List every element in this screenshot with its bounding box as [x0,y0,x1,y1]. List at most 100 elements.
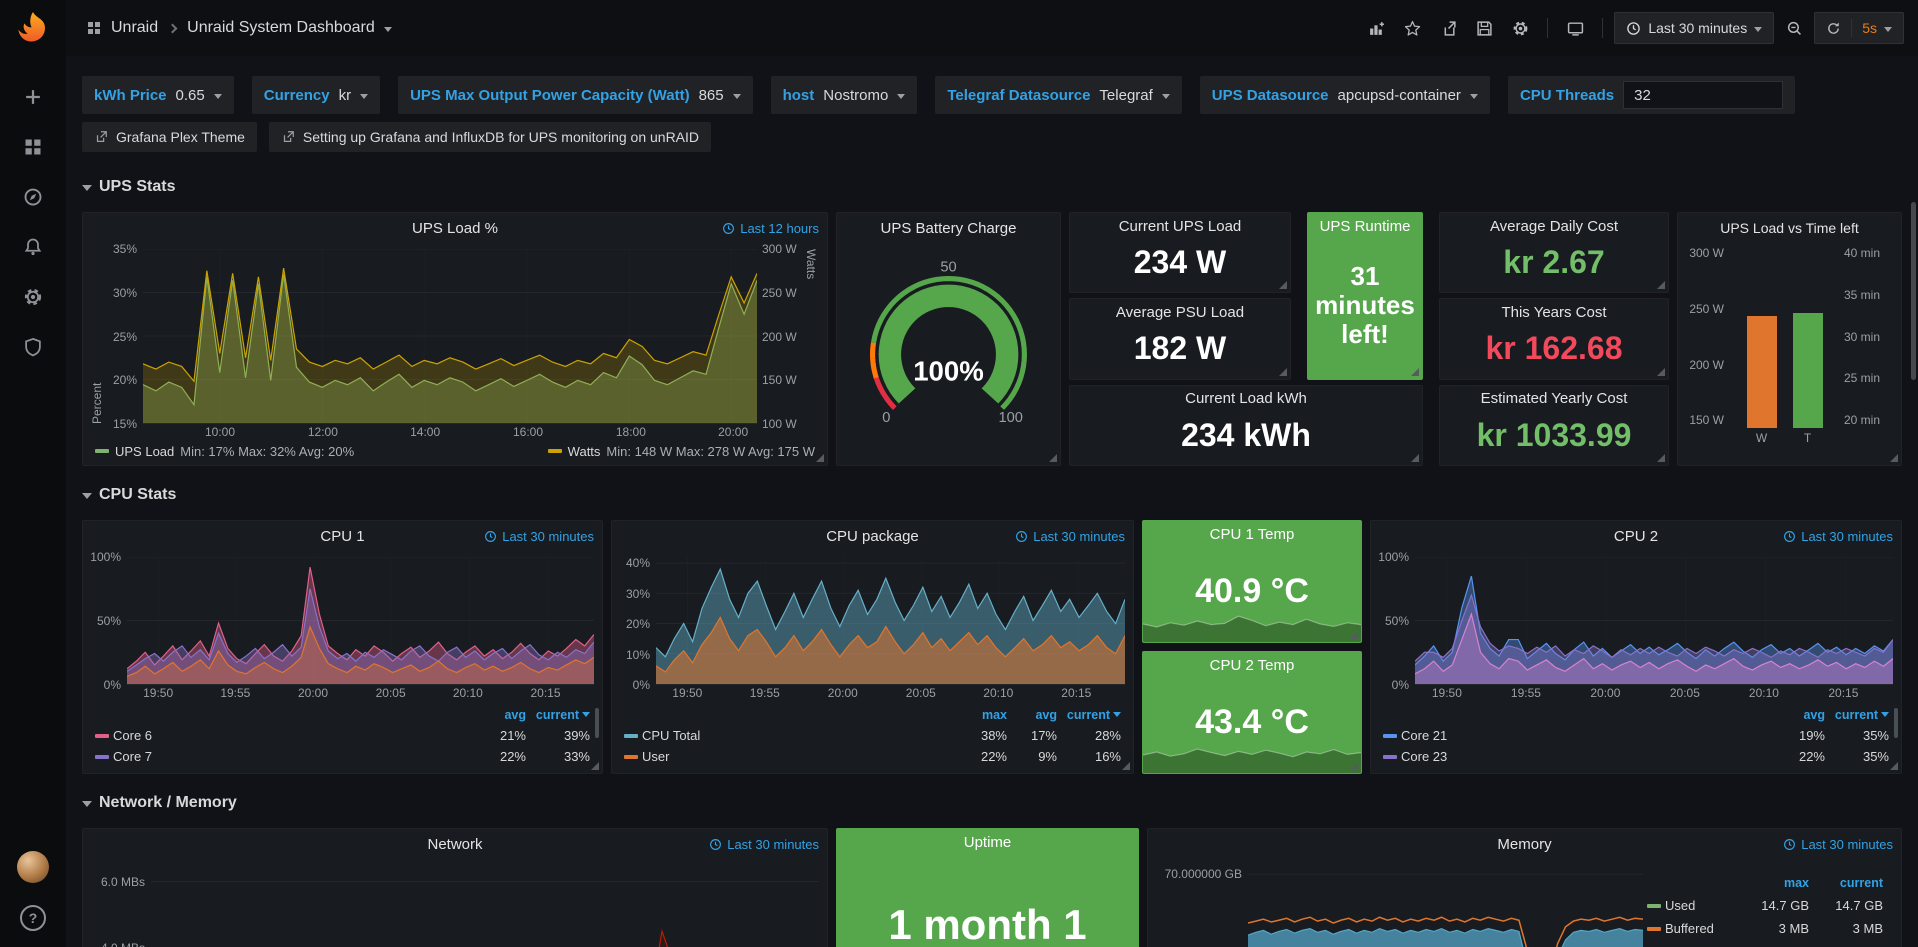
row-header-cpu-stats[interactable]: CPU Stats [82,482,1902,508]
row-header-network-memory[interactable]: Network / Memory [82,790,1902,816]
series-name[interactable]: Core 7 [113,749,470,764]
left-axis-label: Percent [89,249,105,424]
chart-legend: max current Used 14.7 GB 14.7 GB Buffere… [1643,865,1893,947]
sort-caret-icon[interactable] [582,712,590,721]
share-button[interactable] [1432,13,1464,43]
time-range-picker[interactable]: Last 30 minutes [1614,12,1774,44]
alerting-icon[interactable] [22,236,44,258]
clock-icon [709,838,722,851]
link-grafana-plex-theme[interactable]: Grafana Plex Theme [82,122,257,152]
link-ups-monitoring-guide[interactable]: Setting up Grafana and InfluxDB for UPS … [269,122,711,152]
user-avatar[interactable] [17,851,49,883]
page-scrollbar[interactable] [1909,56,1918,947]
sort-caret-icon[interactable] [1113,712,1121,721]
variable-telegraf-datasource: Telegraf Datasource Telegraf [935,76,1181,114]
series-name[interactable]: Watts [568,444,601,459]
external-link-icon [281,130,295,144]
star-button[interactable] [1396,13,1428,43]
stat-title[interactable]: CPU 1 Temp [1210,521,1295,547]
cpu1-chart[interactable] [127,557,594,685]
series-color-marker [1647,904,1661,908]
cycle-view-tv-icon[interactable] [1559,13,1591,43]
variable-value[interactable]: 0.65 [176,87,205,104]
cpu-package-chart[interactable] [656,557,1125,685]
stat-title[interactable]: Estimated Yearly Cost [1481,386,1628,412]
zoom-out-button[interactable] [1778,13,1810,43]
dashboards-icon[interactable] [22,136,44,158]
stat-title[interactable]: UPS Runtime [1320,213,1411,239]
legend-scrollbar[interactable] [595,708,599,738]
explore-icon[interactable] [22,186,44,208]
chevron-down-icon[interactable] [384,27,392,36]
panel-title[interactable]: CPU 1 [320,528,364,545]
cpu-threads-input[interactable]: 32 [1623,81,1783,109]
refresh-button[interactable] [1826,13,1841,43]
memory-chart[interactable] [1248,865,1643,947]
right-axis-label: Watts [803,249,819,424]
panel-title[interactable]: UPS Battery Charge [881,220,1017,237]
variable-value[interactable]: Nostromo [823,87,888,104]
chevron-down-icon[interactable] [897,94,905,103]
help-icon[interactable]: ? [20,905,46,931]
series-name[interactable]: Used [1665,898,1735,913]
series-name[interactable]: CPU Total [642,728,951,743]
cpu2-chart[interactable] [1415,557,1893,685]
stat-title[interactable]: Current UPS Load [1119,213,1242,239]
panel-cpu2-temp: CPU 2 Temp 43.4 °C [1142,651,1362,774]
ups-bar-chart[interactable]: WT [1730,249,1839,446]
stat-title[interactable]: Average PSU Load [1116,299,1244,325]
breadcrumb-dashboard-title[interactable]: Unraid System Dashboard [187,19,375,37]
panel-title[interactable]: CPU 2 [1614,528,1658,545]
chevron-down-icon[interactable] [214,94,222,103]
refresh-interval-label[interactable]: 5s [1862,20,1877,36]
save-button[interactable] [1468,13,1500,43]
chevron-down-icon[interactable] [360,94,368,103]
stat-title[interactable]: Average Daily Cost [1490,213,1618,239]
series-name[interactable]: Core 6 [113,728,470,743]
dashboard-links: Grafana Plex Theme Setting up Grafana an… [82,122,1902,152]
sort-caret-icon[interactable] [1881,712,1889,721]
panel-ups-battery-charge: UPS Battery Charge 050100100% [836,212,1061,466]
panel-title[interactable]: CPU package [826,528,919,545]
y-axis-ticks-left: 300 W250 W200 W150 W [1684,249,1730,463]
chevron-down-icon[interactable] [1470,94,1478,103]
chevron-down-icon[interactable] [733,94,741,103]
network-chart[interactable] [151,865,819,947]
chevron-down-icon[interactable] [1162,94,1170,103]
create-icon[interactable] [22,86,44,108]
panel-title[interactable]: Network [427,836,482,853]
stat-title[interactable]: Current Load kWh [1185,386,1307,412]
variable-value[interactable]: 865 [699,87,724,104]
admin-shield-icon[interactable] [22,336,44,358]
panel-time-override: Last 30 minutes [1783,837,1893,852]
series-name[interactable]: User [642,749,951,764]
add-panel-button[interactable] [1360,13,1392,43]
row-header-ups-stats[interactable]: UPS Stats [82,174,1902,200]
series-name[interactable]: Buffered [1665,921,1735,936]
variable-value[interactable]: kr [339,87,352,104]
series-name[interactable]: Core 23 [1401,749,1769,764]
dashboard-settings-gear-icon[interactable] [1504,13,1536,43]
legend-scrollbar[interactable] [1894,708,1898,738]
variable-value[interactable]: apcupsd-container [1338,87,1461,104]
ups-stat-panels: Current UPS Load 234 W Average PSU Load … [1069,212,1669,466]
configuration-gear-icon[interactable] [22,286,44,308]
breadcrumb-app[interactable]: Unraid [111,19,158,37]
chevron-down-icon[interactable] [1884,27,1892,36]
template-variables-bar: kWh Price 0.65 Currency kr UPS Max Outpu… [82,76,1902,114]
dashboard-content: kWh Price 0.65 Currency kr UPS Max Outpu… [66,56,1918,947]
scrollbar-thumb[interactable] [1911,202,1916,380]
stat-title[interactable]: Uptime [964,829,1012,855]
series-name[interactable]: Core 21 [1401,728,1769,743]
ups-load-chart[interactable] [143,249,757,424]
panel-title[interactable]: UPS Load vs Time left [1720,220,1859,236]
variable-value[interactable]: Telegraf [1099,87,1152,104]
grafana-logo-icon[interactable] [13,10,53,50]
stat-title[interactable]: This Years Cost [1501,299,1606,325]
panel-title[interactable]: Memory [1497,836,1551,853]
chart-legend: UPS Load Min: 17% Max: 32% Avg: 20% Watt… [83,441,827,465]
variable-label: kWh Price [94,87,167,104]
panel-title[interactable]: UPS Load % [412,220,498,237]
stat-title[interactable]: CPU 2 Temp [1210,652,1295,678]
series-name[interactable]: UPS Load [115,444,174,459]
